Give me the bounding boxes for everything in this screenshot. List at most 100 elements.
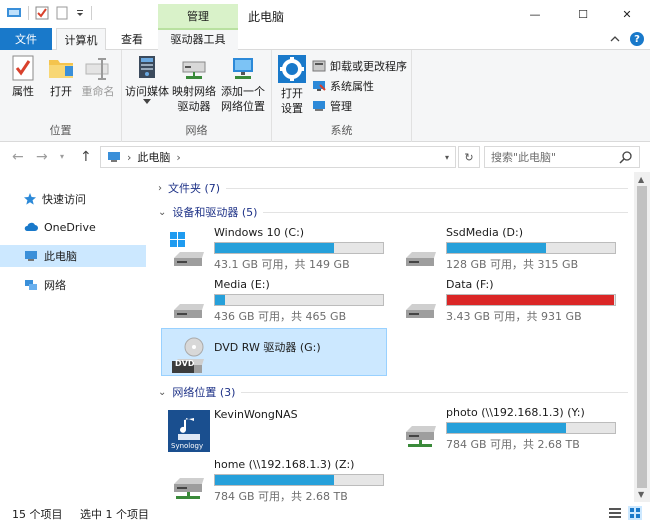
- refresh-button[interactable]: ↻: [458, 146, 480, 168]
- properties-check-icon[interactable]: [35, 6, 49, 20]
- drive-usage-bar: [446, 422, 616, 434]
- maximize-button[interactable]: ☐: [560, 0, 606, 28]
- chevron-down-icon: [143, 99, 151, 104]
- minimize-button[interactable]: —: [512, 0, 558, 28]
- network-location-tile[interactable]: Synology KevinWongNAS: [162, 404, 388, 452]
- open-settings-button[interactable]: 打开设置: [276, 54, 308, 116]
- ribbon: 属性 打开 重命名 位置 访问媒体 映射网络驱动器 添加一个网络位置 网络 打开…: [0, 50, 650, 142]
- section-network-locations[interactable]: ⌄ 网络位置 (3): [158, 384, 628, 400]
- chevron-right-icon: ›: [158, 182, 162, 194]
- star-icon: [24, 193, 36, 205]
- system-properties-button[interactable]: 系统属性: [312, 78, 374, 94]
- scroll-up-arrow-icon[interactable]: ▲: [638, 175, 644, 184]
- vertical-scrollbar[interactable]: ▲ ▼: [634, 172, 650, 502]
- access-media-label: 访问媒体: [125, 85, 169, 98]
- search-placeholder: 搜索"此电脑": [491, 151, 557, 164]
- network-drive-tile[interactable]: home (\\192.168.1.3) (Z:) 784 GB 可用，共 2.…: [162, 456, 388, 502]
- selection-count: 选中 1 个项目: [80, 507, 149, 521]
- close-button[interactable]: ✕: [604, 0, 650, 28]
- explorer-icon[interactable]: [6, 6, 22, 20]
- title-bar: 管理 此电脑 — ☐ ✕: [0, 0, 650, 28]
- recent-locations-chevron-icon[interactable]: ▾: [60, 152, 64, 161]
- drive-space: 3.43 GB 可用，共 931 GB: [446, 310, 582, 323]
- address-dropdown-chevron-icon[interactable]: ▾: [445, 153, 449, 162]
- tab-file[interactable]: 文件: [0, 28, 52, 50]
- drive-usage-fill: [447, 423, 567, 433]
- close-icon: ✕: [622, 7, 632, 21]
- nav-item-network[interactable]: 网络: [0, 274, 146, 296]
- drive-tile[interactable]: Data (F:) 3.43 GB 可用，共 931 GB: [394, 276, 620, 324]
- section-label: 文件夹 (7): [168, 182, 221, 195]
- gear-icon: [278, 55, 306, 83]
- network-drive-tile[interactable]: photo (\\192.168.1.3) (Y:) 784 GB 可用，共 2…: [394, 404, 620, 452]
- add-network-location-button[interactable]: 添加一个网络位置: [218, 54, 268, 114]
- context-tab-manage[interactable]: 管理: [158, 4, 238, 28]
- manage-button[interactable]: 管理: [312, 98, 352, 114]
- tab-computer[interactable]: 计算机: [56, 28, 106, 51]
- drive-tile[interactable]: Windows 10 (C:) 43.1 GB 可用，共 149 GB: [162, 224, 388, 272]
- synology-logo-text: Synology: [171, 442, 204, 450]
- scrollbar-thumb[interactable]: [637, 186, 647, 488]
- forward-button[interactable]: →: [36, 149, 48, 165]
- drive-name: photo (\\192.168.1.3) (Y:): [446, 406, 585, 419]
- up-button[interactable]: ↑: [80, 149, 92, 165]
- properties-button[interactable]: 属性: [6, 54, 40, 99]
- ribbon-tab-row: 文件 计算机 查看 驱动器工具 ?: [0, 28, 650, 51]
- tab-row-controls: ?: [610, 32, 644, 46]
- dvd-icon-label: DVD: [175, 359, 195, 368]
- drive-space: 43.1 GB 可用，共 149 GB: [214, 258, 350, 271]
- this-pc-icon: [108, 152, 120, 162]
- tab-view[interactable]: 查看: [110, 28, 154, 50]
- item-count: 15 个项目: [12, 507, 63, 521]
- tiles-view-icon[interactable]: [628, 506, 642, 520]
- hard-drive-icon: [174, 304, 204, 318]
- search-icon[interactable]: [619, 150, 633, 164]
- rename-button[interactable]: 重命名: [80, 54, 116, 99]
- details-view-icon[interactable]: [608, 506, 622, 520]
- nav-item-onedrive[interactable]: OneDrive: [0, 216, 146, 238]
- drive-name: Data (F:): [446, 278, 494, 291]
- drive-name: Windows 10 (C:): [214, 226, 305, 239]
- uninstall-icon: [312, 60, 326, 72]
- drive-usage-fill: [215, 243, 335, 253]
- dvd-drive-tile[interactable]: DVD DVD RW 驱动器 (G:): [161, 328, 387, 376]
- chevron-down-icon[interactable]: [75, 6, 85, 20]
- address-box[interactable]: › 此电脑 › ▾: [100, 146, 456, 168]
- network-drive-icon: [406, 426, 436, 447]
- drive-name: Media (E:): [214, 278, 270, 291]
- drive-space: 784 GB 可用，共 2.68 TB: [214, 490, 348, 502]
- nav-item-label: 快速访问: [42, 193, 86, 206]
- chevron-down-icon: ⌄: [158, 206, 167, 218]
- new-folder-icon[interactable]: [55, 6, 69, 20]
- drive-name: DVD RW 驱动器 (G:): [214, 341, 321, 354]
- open-button[interactable]: 打开: [44, 54, 78, 99]
- section-folders[interactable]: › 文件夹 (7): [158, 180, 628, 196]
- open-settings-label: 打开设置: [281, 87, 303, 115]
- nav-item-this-pc[interactable]: 此电脑: [0, 245, 146, 267]
- scroll-down-arrow-icon[interactable]: ▼: [638, 490, 644, 499]
- collapse-ribbon-icon[interactable]: [610, 34, 620, 44]
- system-properties-icon: [313, 81, 326, 91]
- help-icon[interactable]: ?: [630, 32, 644, 46]
- section-devices[interactable]: ⌄ 设备和驱动器 (5): [158, 204, 628, 220]
- drive-tile[interactable]: Media (E:) 436 GB 可用，共 465 GB: [162, 276, 388, 324]
- access-media-button[interactable]: 访问媒体: [124, 54, 170, 107]
- group-label-system: 系统: [330, 124, 353, 137]
- nav-item-quick-access[interactable]: 快速访问: [0, 188, 146, 210]
- map-network-drive-label: 映射网络驱动器: [172, 85, 216, 113]
- back-button[interactable]: ←: [12, 149, 24, 165]
- nav-item-label: 网络: [44, 279, 66, 292]
- search-input[interactable]: 搜索"此电脑": [484, 146, 640, 168]
- map-network-drive-button[interactable]: 映射网络驱动器: [172, 54, 216, 114]
- group-label-network: 网络: [185, 124, 208, 137]
- tab-drive-tools[interactable]: 驱动器工具: [158, 28, 238, 50]
- computer-manage-icon: [313, 101, 325, 111]
- rename-icon: [85, 58, 109, 80]
- drive-usage-bar: [214, 474, 384, 486]
- uninstall-programs-button[interactable]: 卸载或更改程序: [312, 58, 407, 74]
- ribbon-group-location: 属性 打开 重命名 位置: [0, 50, 122, 142]
- manage-label: 管理: [330, 100, 352, 113]
- drive-tile[interactable]: SsdMedia (D:) 128 GB 可用，共 315 GB: [394, 224, 620, 272]
- drive-usage-bar: [214, 294, 384, 306]
- refresh-icon: ↻: [464, 150, 474, 164]
